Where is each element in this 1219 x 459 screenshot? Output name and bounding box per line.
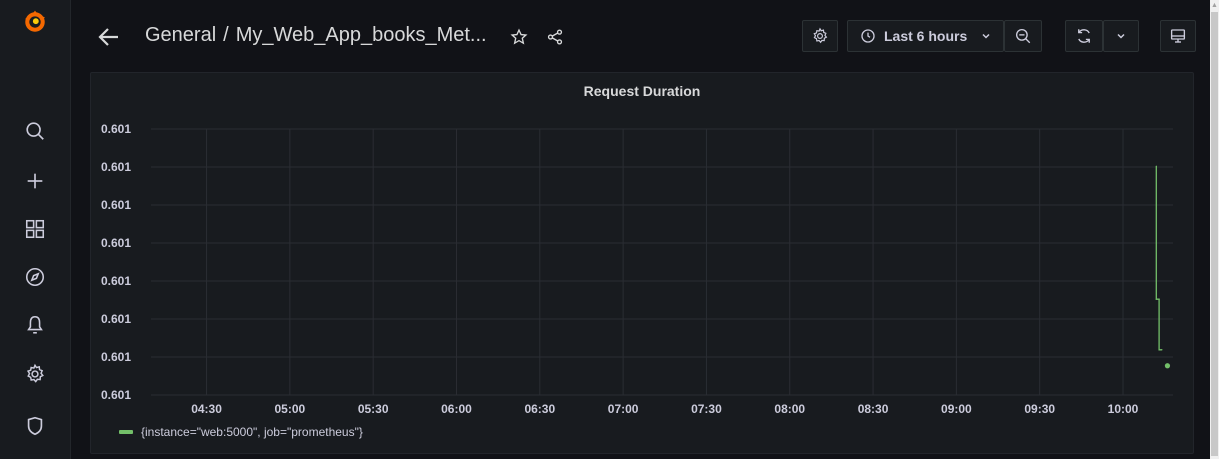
breadcrumb-folder[interactable]: General (145, 24, 216, 46)
zoom-out-button[interactable] (1004, 20, 1042, 52)
y-tick-label: 0.601 (101, 350, 131, 364)
alerting-bell-icon[interactable] (0, 305, 70, 345)
plus-icon[interactable] (0, 161, 70, 201)
legend-series-label[interactable]: {instance="web:5000", job="prometheus"} (141, 425, 363, 439)
series-last-point (1164, 363, 1171, 369)
top-navbar: General / My_Web_App_books_Met... Last 6 h… (70, 0, 1210, 72)
refresh-button[interactable] (1065, 20, 1103, 52)
tv-mode-icon (1170, 29, 1186, 43)
y-tick-label: 0.601 (101, 198, 131, 212)
x-tick-label: 09:00 (941, 402, 972, 416)
page-scrollbar[interactable]: ▲ (1210, 0, 1219, 459)
x-tick-label: 10:00 (1108, 402, 1139, 416)
y-tick-label: 0.601 (101, 312, 131, 326)
series-point (1161, 349, 1163, 351)
x-tick-label: 09:30 (1024, 402, 1055, 416)
x-tick-label: 04:30 (191, 402, 222, 416)
time-range-label: Last 6 hours (884, 28, 968, 44)
series-line (1155, 166, 1162, 351)
series-point (1155, 165, 1157, 167)
shield-icon[interactable] (0, 406, 70, 446)
refresh-icon (1078, 29, 1090, 43)
x-tick-label: 06:00 (441, 402, 472, 416)
scrollbar-thumb[interactable] (1211, 12, 1218, 456)
dashboard-settings-icon (813, 27, 828, 44)
zoom-out-icon (1015, 28, 1031, 44)
x-tick-label: 07:30 (691, 402, 722, 416)
x-tick-label: 05:30 (358, 402, 389, 416)
dashboards-grid-icon[interactable] (0, 209, 70, 249)
grafana-app: General / My_Web_App_books_Met... Last 6 h… (0, 0, 1210, 459)
grafana-logo-icon[interactable] (0, 2, 70, 42)
x-tick-label: 06:30 (524, 402, 555, 416)
search-icon[interactable] (0, 111, 70, 151)
refresh-interval-dropdown[interactable] (1103, 20, 1139, 52)
time-range-picker[interactable]: Last 6 hours (847, 20, 1004, 52)
breadcrumb-separator: / (223, 24, 229, 46)
x-tick-label: 08:00 (774, 402, 805, 416)
series-point (1155, 298, 1157, 300)
back-arrow-icon[interactable] (96, 26, 122, 48)
tv-mode-button[interactable] (1160, 20, 1196, 52)
y-tick-label: 0.601 (101, 122, 131, 136)
legend-swatch (119, 430, 133, 434)
share-icon[interactable] (544, 26, 566, 48)
y-tick-label: 0.601 (101, 160, 131, 174)
chevron-down-icon (982, 33, 990, 39)
y-tick-label: 0.601 (101, 388, 131, 402)
chevron-down-icon (1117, 33, 1125, 39)
series-point (1158, 349, 1160, 351)
explore-compass-icon[interactable] (0, 257, 70, 297)
y-tick-label: 0.601 (101, 274, 131, 288)
series-point (1158, 298, 1160, 300)
legend: {instance="web:5000", job="prometheus"} (119, 425, 363, 439)
gear-icon[interactable] (0, 354, 70, 394)
x-tick-label: 07:00 (608, 402, 639, 416)
dashboard-title[interactable]: My_Web_App_books_Met... (236, 24, 487, 46)
request-duration-chart: 0.601 0.601 0.601 0.601 0.601 0.601 0.601 0.601… (101, 122, 1173, 416)
y-tick-label: 0.601 (101, 236, 131, 250)
x-tick-label: 05:00 (275, 402, 306, 416)
scroll-up-arrow-icon[interactable]: ▲ (1211, 2, 1218, 9)
dashboard-settings-button[interactable] (802, 20, 838, 52)
request-duration-panel[interactable]: Request Duration 0.601 0.601 0.601 0.601 0.6… (90, 72, 1194, 454)
clock-icon (861, 29, 875, 43)
sidebar (0, 0, 71, 459)
star-icon[interactable] (508, 26, 530, 48)
breadcrumb: General / My_Web_App_books_Met... (145, 24, 487, 47)
x-tick-label: 08:30 (858, 402, 889, 416)
